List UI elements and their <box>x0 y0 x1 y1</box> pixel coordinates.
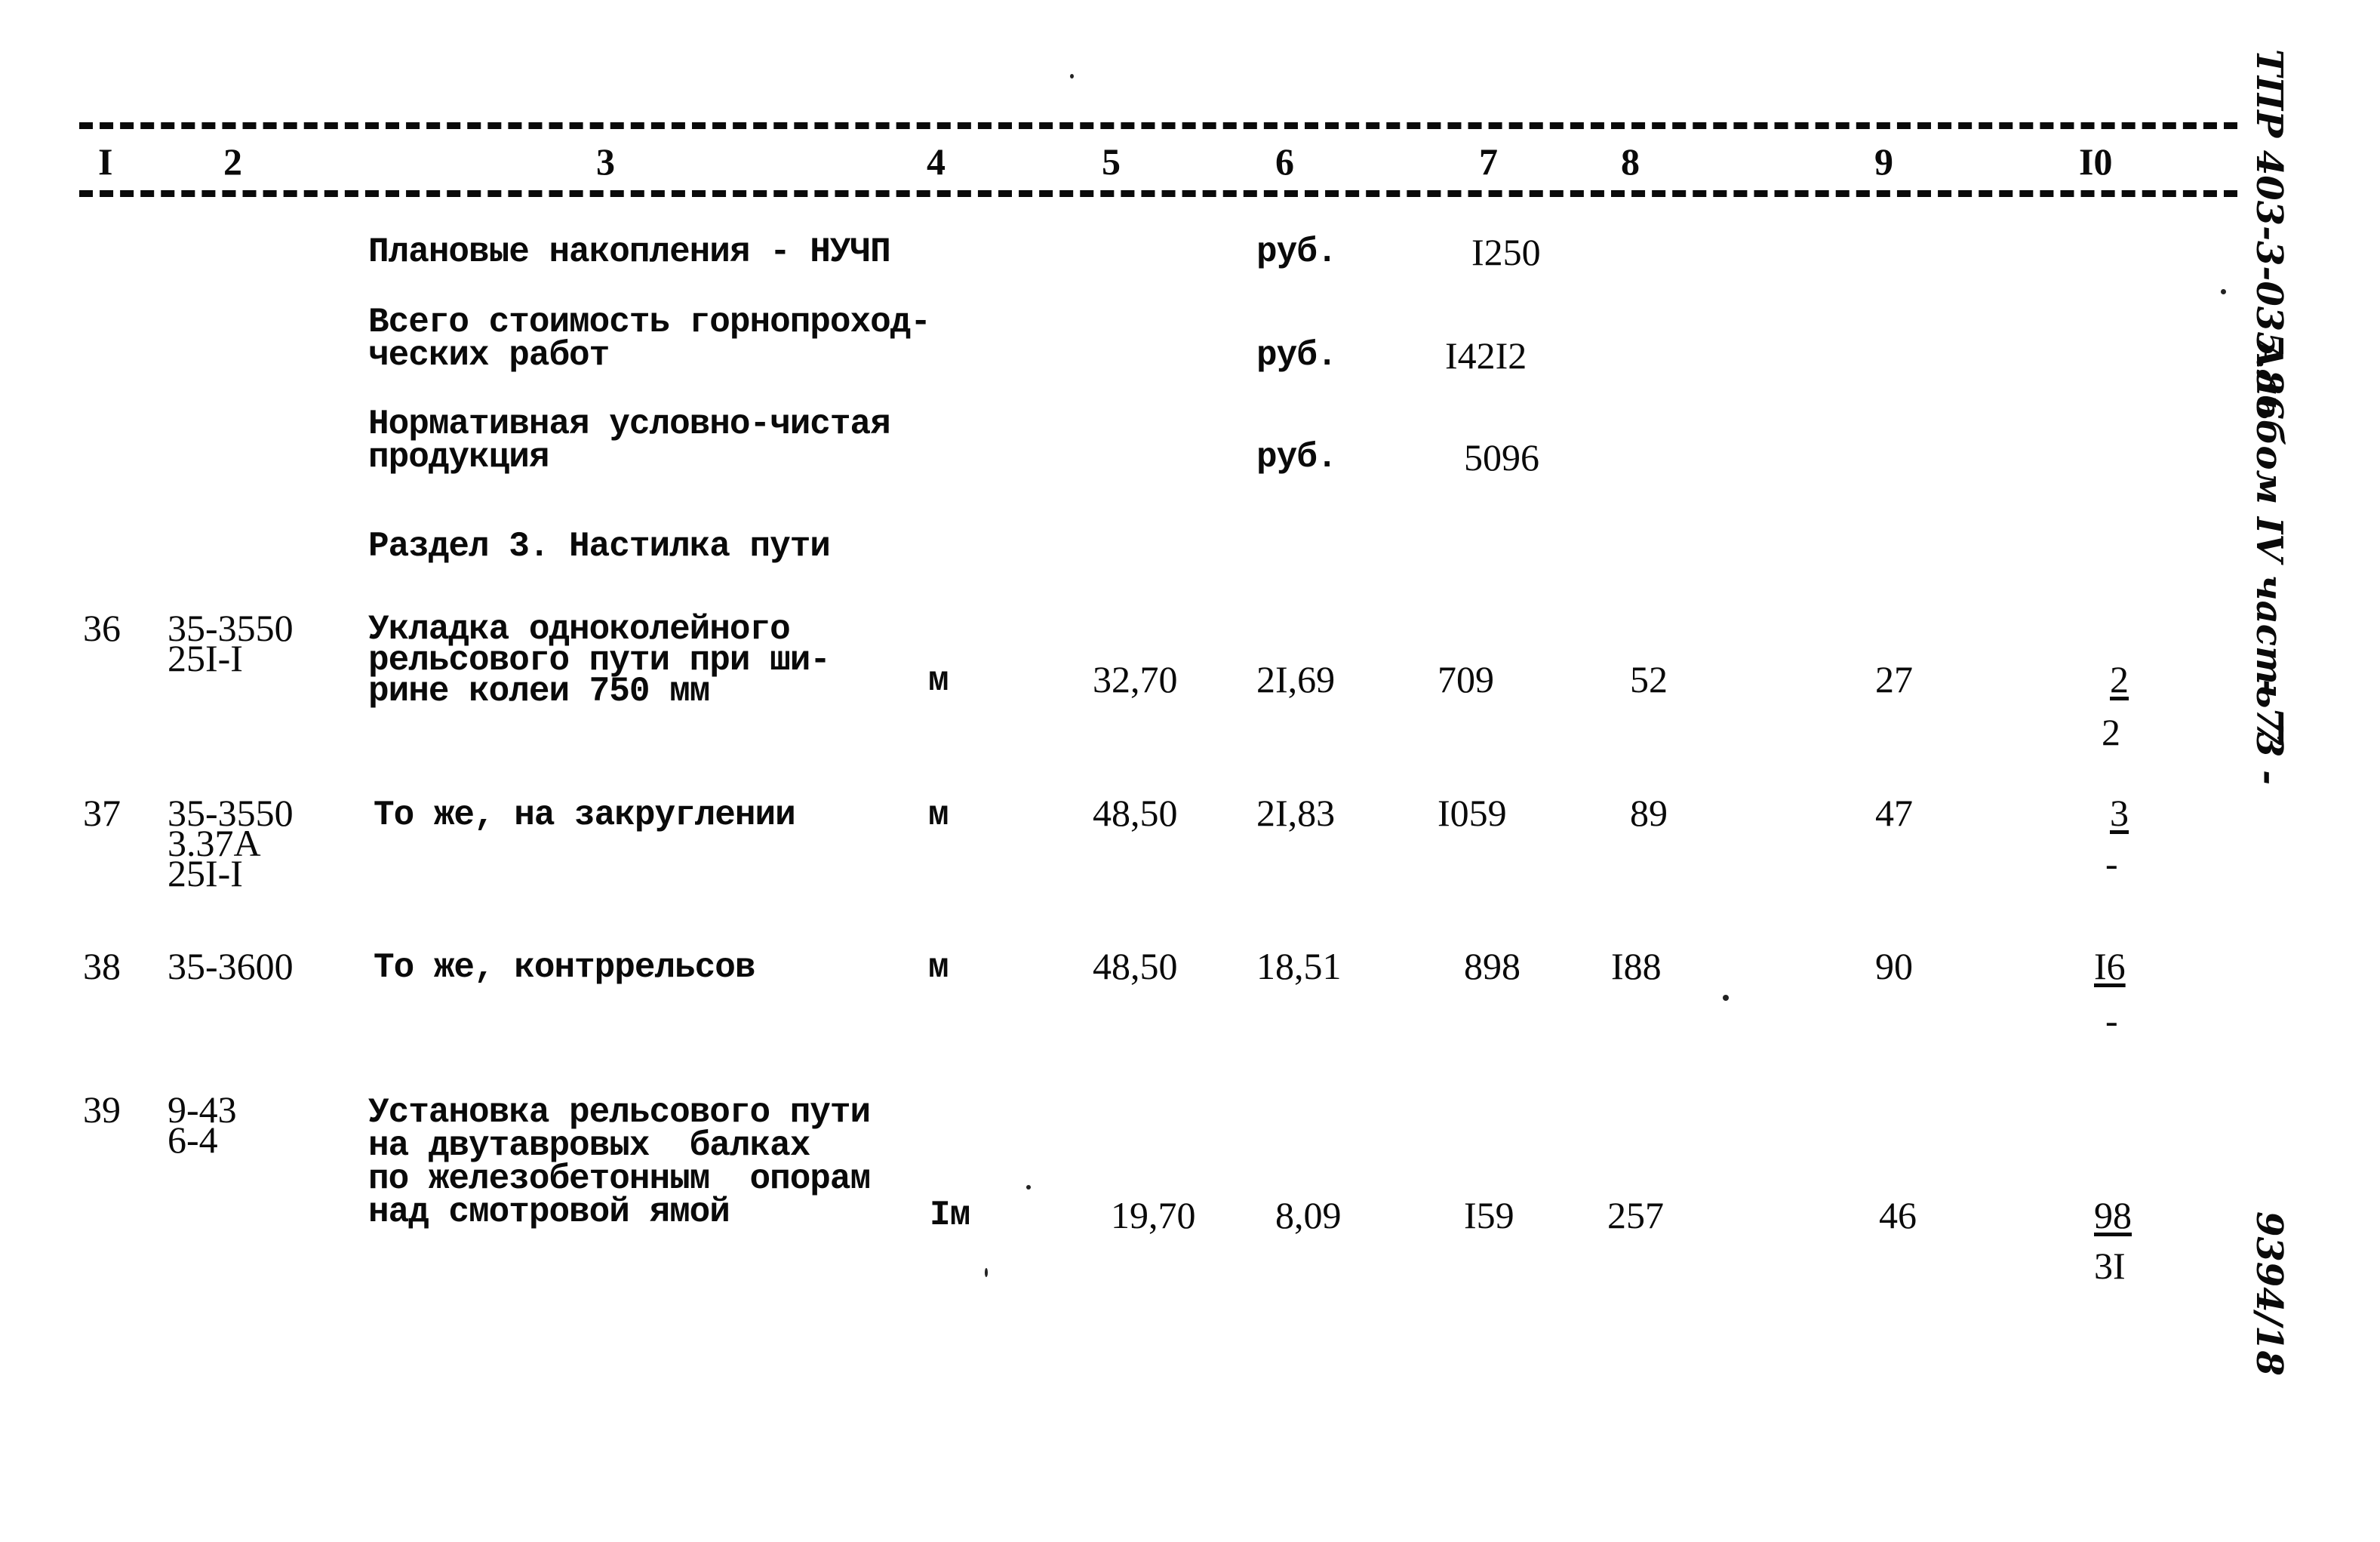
scan-speck <box>1723 995 1729 1001</box>
row-description-line2: на двутавровых балках <box>368 1126 810 1165</box>
summary-label-line1: Нормативная условно-чистая <box>368 405 891 444</box>
row-col8: I88 <box>1611 945 1662 987</box>
row-description-line3: рине колеи 750 мм <box>368 672 710 711</box>
row-total: I59 <box>1464 1194 1514 1236</box>
scan-speck <box>2221 289 2226 294</box>
margin-page-number: - 73 - <box>2248 679 2290 786</box>
summary-label-line2: продукция <box>368 438 549 477</box>
summary-label: Плановые накопления - НУЧП <box>368 232 891 272</box>
row-col8: 257 <box>1607 1194 1664 1236</box>
margin-archive-number: 9394/18 <box>2248 1211 2290 1376</box>
row-unit-price: 18,51 <box>1256 945 1342 987</box>
row-unit: м <box>928 661 949 700</box>
row-total: 709 <box>1438 658 1494 700</box>
row-col10-denominator: - <box>2105 999 2118 1042</box>
row-number: 39 <box>83 1088 121 1131</box>
row-col10-numerator: 3 <box>2110 792 2129 834</box>
summary-total: 5096 <box>1464 436 1539 479</box>
column-header-3: 3 <box>596 140 615 183</box>
row-description-line1: Установка рельсового пути <box>368 1093 871 1132</box>
row-col9: 47 <box>1875 792 1913 834</box>
row-description: То же, контррельсов <box>374 948 755 987</box>
row-code: 35-3600 <box>168 945 294 987</box>
row-description-line3: по железобетонным опорам <box>368 1159 871 1199</box>
row-col8: 52 <box>1630 658 1668 700</box>
summary-total: I250 <box>1471 231 1541 273</box>
section-title: Раздел 3. Настилка пути <box>368 527 831 566</box>
row-description: То же, на закруглении <box>374 796 796 835</box>
scan-speck <box>985 1268 988 1277</box>
row-total: 898 <box>1464 945 1521 987</box>
column-header-10: I0 <box>2079 140 2113 183</box>
row-total: I059 <box>1438 792 1507 834</box>
column-header-7: 7 <box>1479 140 1498 183</box>
row-unit: м <box>928 948 949 987</box>
summary-label-line1: Всего стоимость горнопроход- <box>368 303 931 342</box>
summary-unit: руб. <box>1256 438 1337 477</box>
row-number: 37 <box>83 792 121 834</box>
row-unit-price: 8,09 <box>1275 1194 1342 1236</box>
header-rule-top <box>79 122 2237 129</box>
row-col10-numerator: 98 <box>2094 1194 2132 1236</box>
row-quantity: 48,50 <box>1093 792 1178 834</box>
row-col10-denominator: 2 <box>2102 711 2120 753</box>
scan-speck <box>1026 1185 1031 1190</box>
row-col10-denominator: 3I <box>2094 1245 2126 1287</box>
summary-total: I42I2 <box>1445 334 1527 377</box>
row-col10-denominator: - <box>2105 842 2118 885</box>
summary-label-line2: ческих работ <box>368 336 610 375</box>
row-code-line2: 6-4 <box>168 1119 218 1161</box>
scan-speck <box>1070 74 1074 78</box>
row-number: 36 <box>83 607 121 649</box>
row-col8: 89 <box>1630 792 1668 834</box>
document-page: I 2 3 4 5 6 7 8 9 I0 Плановые накопления… <box>0 0 2380 1542</box>
row-quantity: 32,70 <box>1093 658 1178 700</box>
column-header-1: I <box>98 140 113 183</box>
row-quantity: 19,70 <box>1111 1194 1196 1236</box>
column-header-2: 2 <box>223 140 242 183</box>
row-unit: м <box>928 796 949 835</box>
row-col10-numerator: 2 <box>2110 658 2129 700</box>
column-header-9: 9 <box>1874 140 1893 183</box>
column-header-6: 6 <box>1275 140 1294 183</box>
row-col9: 90 <box>1875 945 1913 987</box>
row-unit-price: 2I,83 <box>1256 792 1336 834</box>
column-header-8: 8 <box>1621 140 1640 183</box>
row-number: 38 <box>83 945 121 987</box>
row-col9: 46 <box>1879 1194 1917 1236</box>
row-unit-price: 2I,69 <box>1256 658 1336 700</box>
row-code-line3: 25I-I <box>168 852 243 894</box>
row-code-line2: 25I-I <box>168 637 243 679</box>
row-col10-numerator: I6 <box>2094 945 2126 987</box>
header-rule-bottom <box>79 190 2237 197</box>
row-col9: 27 <box>1875 658 1913 700</box>
summary-unit: руб. <box>1256 232 1337 272</box>
row-unit: Iм <box>930 1196 970 1235</box>
column-header-4: 4 <box>927 140 946 183</box>
column-header-5: 5 <box>1102 140 1121 183</box>
row-description-line4: над смотровой ямой <box>368 1193 730 1232</box>
summary-unit: руб. <box>1256 336 1337 375</box>
row-quantity: 48,50 <box>1093 945 1178 987</box>
